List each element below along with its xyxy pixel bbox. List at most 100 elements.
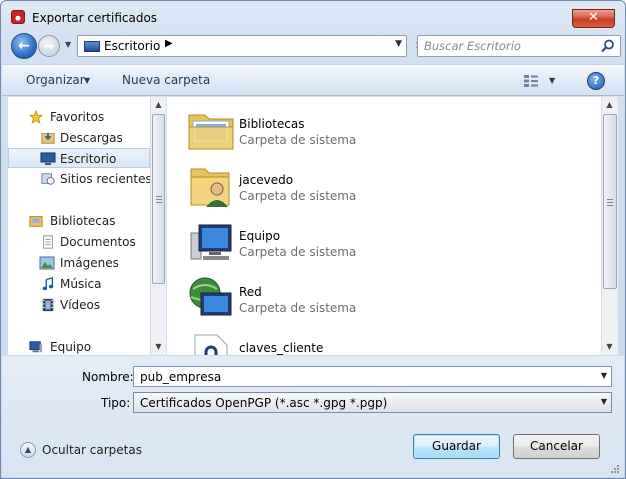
- scroll-up-icon[interactable]: ▲: [151, 97, 166, 113]
- sidebar-item-sitios-recientes[interactable]: Sitios recientes: [8, 169, 150, 189]
- navigation-bar: ← → ▼ Escritorio ▶ ▼ ⇆ Buscar Escritorio: [7, 31, 621, 61]
- downloads-icon: [41, 132, 55, 144]
- breadcrumb-chevron[interactable]: ▶: [165, 38, 173, 49]
- file-name: Red: [239, 285, 262, 299]
- new-folder-button[interactable]: Nueva carpeta: [122, 73, 210, 87]
- scroll-down-icon[interactable]: ▼: [602, 339, 617, 355]
- grip-line: [607, 202, 613, 203]
- libraries-folder-icon: [188, 114, 234, 150]
- file-list: Bibliotecas Carpeta de sistema jacevedo …: [167, 97, 601, 355]
- network-icon: [189, 277, 232, 316]
- sidebar-item-label: Vídeos: [60, 298, 101, 312]
- view-dropdown-icon[interactable]: ▼: [549, 76, 555, 85]
- sidebar-item-bibliotecas[interactable]: Bibliotecas: [8, 211, 150, 231]
- file-type: Carpeta de sistema: [239, 133, 357, 147]
- sidebar-item-label: Descargas: [60, 131, 123, 145]
- scroll-up-icon[interactable]: ▲: [602, 97, 617, 113]
- file-type-label: Tipo:: [101, 396, 131, 410]
- music-icon: [42, 277, 54, 291]
- sidebar-item-label: Sitios recientes: [60, 172, 150, 186]
- resize-grip-icon[interactable]: [610, 464, 620, 474]
- recent-pages-dropdown[interactable]: ▼: [65, 40, 71, 49]
- save-dialog: Exportar certificados ✕ ← → ▼ Escritorio…: [0, 0, 626, 479]
- address-crumb[interactable]: Escritorio: [104, 39, 160, 53]
- sidebar-item-label: Equipo: [50, 340, 92, 354]
- sidebar-item-label: Documentos: [60, 235, 136, 249]
- save-button[interactable]: Guardar: [413, 434, 500, 459]
- list-item[interactable]: Equipo Carpeta de sistema: [167, 213, 601, 269]
- search-input[interactable]: Buscar Escritorio: [417, 35, 621, 57]
- sidebar-item-label: Música: [60, 277, 102, 291]
- chevron-down-icon[interactable]: ▼: [84, 76, 90, 85]
- sidebar-item-label: Bibliotecas: [50, 214, 116, 228]
- star-icon: [28, 110, 44, 124]
- grip-line: [156, 199, 162, 200]
- grip-line: [607, 199, 613, 200]
- forward-button[interactable]: →: [38, 35, 60, 57]
- app-icon: [11, 10, 25, 24]
- command-bar: Organizar ▼ Nueva carpeta ▼ ?: [2, 64, 624, 96]
- window-title: Exportar certificados: [32, 11, 158, 25]
- sidebar-item-videos[interactable]: Vídeos: [8, 295, 150, 315]
- back-button[interactable]: ←: [11, 33, 37, 59]
- title-bar: Exportar certificados ✕: [1, 1, 625, 31]
- file-type-select[interactable]: Certificados OpenPGP (*.asc *.gpg *.pgp)…: [133, 392, 612, 413]
- grip-line: [156, 202, 162, 203]
- cancel-button[interactable]: Cancelar: [513, 434, 600, 459]
- file-name: Equipo: [239, 229, 281, 243]
- help-button[interactable]: ?: [587, 72, 605, 90]
- address-bar[interactable]: Escritorio ▶ ▼: [77, 35, 407, 57]
- scroll-thumb[interactable]: [603, 114, 617, 289]
- sidebar-item-imagenes[interactable]: Imágenes: [8, 253, 150, 273]
- search-placeholder: Buscar Escritorio: [424, 39, 521, 53]
- list-item[interactable]: claves_cliente OpenPGP Binary File: [167, 325, 601, 355]
- sidebar-item-documentos[interactable]: Documentos: [8, 232, 150, 252]
- pictures-icon: [39, 256, 55, 270]
- documents-icon: [43, 235, 53, 249]
- grip-line: [156, 196, 162, 197]
- organize-menu[interactable]: Organizar: [26, 73, 85, 87]
- file-list-scrollbar[interactable]: ▲ ▼: [601, 97, 618, 355]
- address-history-dropdown[interactable]: ▼: [395, 39, 402, 49]
- user-folder-icon: [190, 168, 230, 207]
- sidebar-item-escritorio[interactable]: Escritorio: [8, 148, 150, 168]
- hide-folders-toggle[interactable]: Ocultar carpetas: [42, 443, 142, 457]
- file-type-value: Certificados OpenPGP (*.asc *.gpg *.pgp): [140, 396, 388, 410]
- forward-arrow-icon: →: [43, 39, 55, 53]
- sidebar-item-label: Favoritos: [50, 110, 105, 124]
- sidebar-item-label: Escritorio: [60, 152, 117, 166]
- navigation-pane: Favoritos Descargas Escritorio Sitios re…: [8, 97, 150, 355]
- file-type: Carpeta de sistema: [239, 301, 357, 315]
- sidebar-item-descargas[interactable]: Descargas: [8, 128, 150, 148]
- computer-icon: [29, 341, 43, 353]
- chevron-down-icon[interactable]: ▼: [601, 397, 607, 406]
- sidebar-item-favoritos[interactable]: Favoritos: [8, 107, 150, 127]
- list-item[interactable]: Red Carpeta de sistema: [167, 269, 601, 325]
- videos-icon: [42, 298, 54, 312]
- scroll-down-icon[interactable]: ▼: [151, 339, 166, 355]
- grip-line: [607, 205, 613, 206]
- chevron-down-icon[interactable]: ▼: [601, 371, 607, 380]
- file-name: Bibliotecas: [239, 117, 305, 131]
- search-icon[interactable]: [600, 38, 616, 54]
- desktop-icon: [84, 41, 100, 52]
- navigation-pane-scrollbar[interactable]: ▲ ▼: [150, 97, 166, 355]
- file-name-label: Nombre:: [82, 370, 134, 384]
- pgp-file-icon: [194, 334, 228, 355]
- view-options-icon[interactable]: [523, 74, 539, 88]
- recent-places-icon: [41, 173, 55, 185]
- file-name-field[interactable]: pub_empresa ▼: [133, 366, 612, 387]
- list-item[interactable]: Bibliotecas Carpeta de sistema: [167, 101, 601, 157]
- computer-icon: [190, 224, 232, 260]
- scroll-thumb[interactable]: [152, 114, 165, 284]
- sidebar-item-equipo[interactable]: Equipo: [8, 337, 150, 355]
- file-type: Carpeta de sistema: [239, 245, 357, 259]
- sidebar-item-musica[interactable]: Música: [8, 274, 150, 294]
- file-name: jacevedo: [239, 173, 294, 187]
- sidebar-item-label: Imágenes: [60, 256, 119, 270]
- collapse-icon[interactable]: ▲: [20, 442, 36, 458]
- file-name-value[interactable]: pub_empresa: [140, 370, 221, 384]
- list-item[interactable]: jacevedo Carpeta de sistema: [167, 157, 601, 213]
- close-button[interactable]: ✕: [572, 9, 615, 28]
- desktop-icon: [40, 152, 56, 165]
